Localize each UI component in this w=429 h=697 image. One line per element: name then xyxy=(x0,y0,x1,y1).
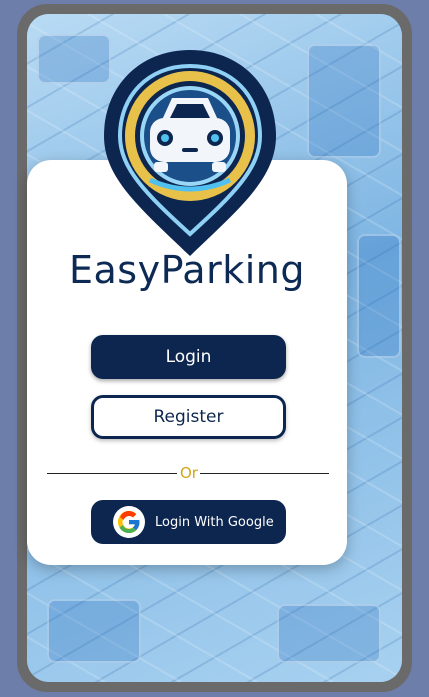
divider-line-left xyxy=(47,473,177,474)
divider-line-right xyxy=(200,473,329,474)
login-with-google-button[interactable]: Login With Google xyxy=(91,500,286,544)
register-button[interactable]: Register xyxy=(91,395,286,439)
login-button[interactable]: Login xyxy=(91,335,286,379)
background-building-shape xyxy=(357,234,401,358)
app-title: EasyParking xyxy=(69,248,305,292)
background-car-shape xyxy=(277,604,381,663)
google-g-icon xyxy=(113,506,145,538)
login-with-google-label: Login With Google xyxy=(155,514,274,530)
background-building-shape xyxy=(307,44,381,158)
background-car-shape xyxy=(47,599,141,663)
map-pin-car-logo-icon xyxy=(104,50,276,256)
